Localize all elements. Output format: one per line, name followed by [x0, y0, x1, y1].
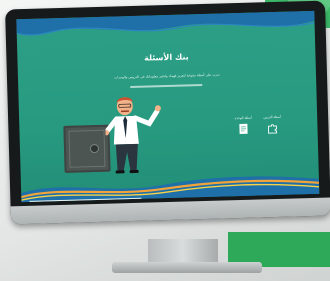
businessman-illustration	[104, 97, 161, 174]
page-subtitle: تدرب على أسئلة متنوعة لتعزيز فهمك واختبر…	[114, 72, 220, 80]
monitor-stand-base	[112, 262, 262, 273]
option-unit-label: أسئلة الوحدة	[234, 115, 252, 121]
monitor: بنك الأسئلة تدرب على أسئلة متنوعة لتعزيز…	[5, 0, 330, 225]
option-unit-questions[interactable]: أسئلة الوحدة	[230, 116, 257, 136]
puzzle-icon	[267, 124, 278, 134]
monitor-screen: بنك الأسئلة تدرب على أسئلة متنوعة لتعزيز…	[16, 10, 320, 203]
safe-door	[68, 129, 106, 168]
subtitle-underline	[130, 84, 203, 89]
safe-illustration	[63, 124, 111, 173]
document-icon	[239, 123, 248, 135]
option-lesson-label: أسئلة الدرس	[263, 114, 281, 120]
bottom-wave-decoration	[21, 176, 320, 203]
option-lesson-questions[interactable]: أسئلة الدرس	[259, 115, 286, 135]
